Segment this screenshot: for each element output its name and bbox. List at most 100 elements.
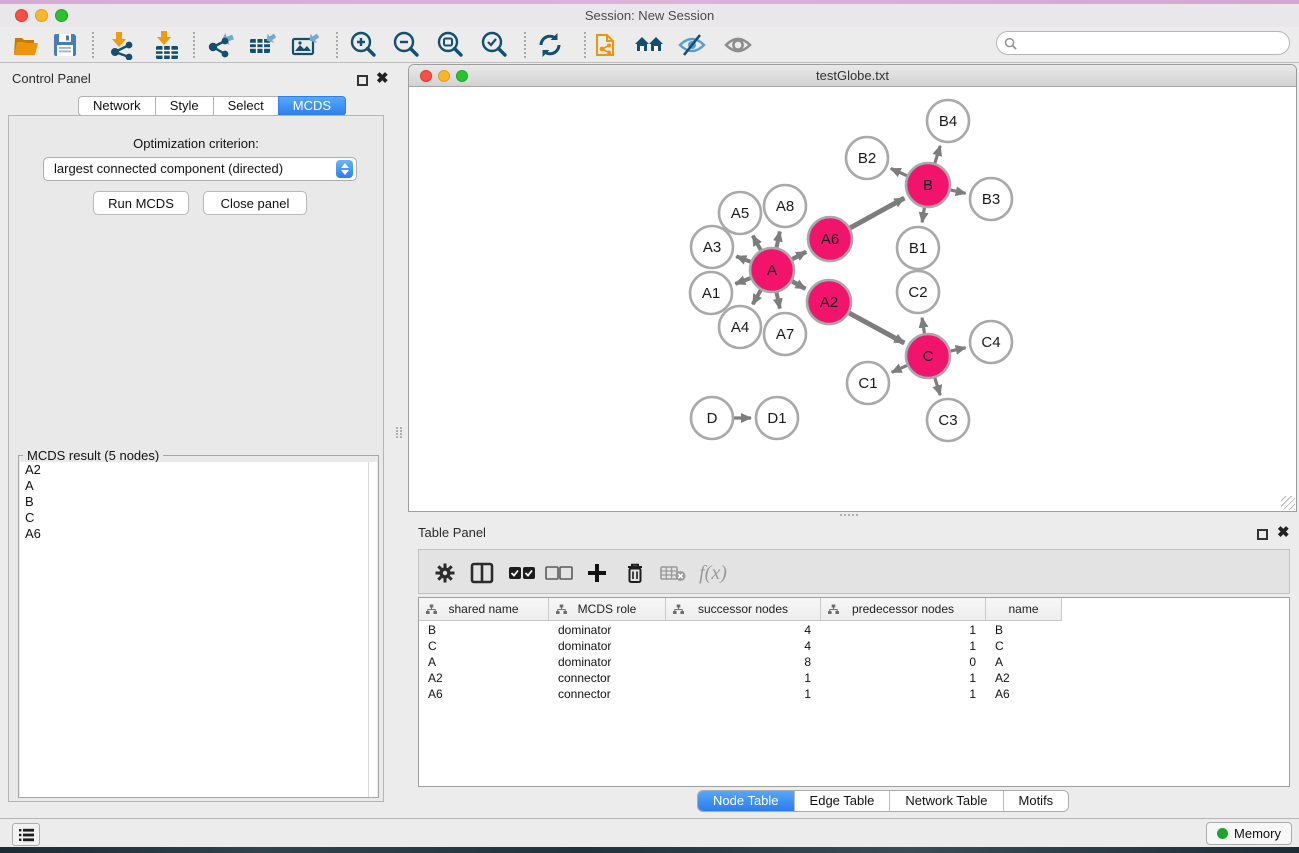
graph-node-D1[interactable]: D1 <box>756 397 798 439</box>
table-cell[interactable]: connector <box>549 670 666 686</box>
graph-node-B[interactable]: B <box>906 163 950 207</box>
memory-button[interactable]: Memory <box>1206 822 1292 845</box>
home-networks-button[interactable] <box>633 29 665 61</box>
graph-edge-B-B1[interactable] <box>922 208 924 223</box>
graph-node-A6[interactable]: A6 <box>808 217 852 261</box>
table-panel-close-icon[interactable]: ✖ <box>1277 527 1290 538</box>
graph-edge-B-B3[interactable] <box>950 190 965 193</box>
graph-edge-A-A1[interactable] <box>735 278 750 284</box>
export-image-button[interactable] <box>289 29 321 61</box>
graph-node-D[interactable]: D <box>691 397 733 439</box>
graph-node-C4[interactable]: C4 <box>970 321 1012 363</box>
import-network-button[interactable] <box>106 29 138 61</box>
show-graphics-button[interactable] <box>722 29 754 61</box>
horizontal-splitter-handle[interactable] <box>840 514 858 517</box>
table-cell[interactable]: A <box>986 654 1062 670</box>
maximize-traffic-light[interactable] <box>55 9 68 22</box>
import-table-button[interactable] <box>151 29 183 61</box>
table-cell[interactable]: 0 <box>821 654 986 670</box>
table-cell[interactable]: 1 <box>821 622 986 638</box>
graph-node-C3[interactable]: C3 <box>927 399 969 441</box>
table-panel-float-icon[interactable] <box>1257 527 1268 545</box>
graph-edge-A-A6[interactable] <box>792 252 806 259</box>
export-network-button[interactable] <box>204 29 236 61</box>
result-item[interactable]: A6 <box>20 526 369 542</box>
delete-table-button[interactable] <box>657 557 689 589</box>
criterion-dropdown[interactable]: largest connected component (directed) <box>43 157 357 181</box>
zoom-in-button[interactable] <box>347 29 379 61</box>
graph-edge-A-A7[interactable] <box>777 293 780 309</box>
vertical-splitter-handle[interactable] <box>396 427 403 438</box>
graph-edge-C-C4[interactable] <box>950 348 965 351</box>
table-row[interactable]: Cdominator41C <box>419 638 1289 654</box>
graph-node-A5[interactable]: A5 <box>719 192 761 234</box>
zoom-out-button[interactable] <box>390 29 422 61</box>
result-item[interactable]: B <box>20 494 369 510</box>
table-cell[interactable]: 1 <box>666 670 821 686</box>
table-cell[interactable]: A2 <box>986 670 1062 686</box>
graph-node-A8[interactable]: A8 <box>764 185 806 227</box>
task-history-button[interactable] <box>12 823 40 846</box>
control-panel-float-icon[interactable] <box>357 73 368 91</box>
app-titlebar[interactable]: Session: New Session <box>0 4 1299 27</box>
network-minimize-traffic-light[interactable] <box>438 70 450 82</box>
result-item[interactable]: C <box>20 510 369 526</box>
save-session-button[interactable] <box>49 29 81 61</box>
table-row[interactable]: A2connector11A2 <box>419 670 1289 686</box>
table-cell[interactable]: 1 <box>821 670 986 686</box>
hide-graphics-button[interactable] <box>676 29 708 61</box>
table-cell[interactable]: 1 <box>821 686 986 702</box>
dropdown-stepper-icon[interactable] <box>336 160 353 178</box>
graph-edge-A6-B[interactable] <box>850 198 904 228</box>
column-selector-button[interactable] <box>466 557 498 589</box>
table-row[interactable]: A6connector11A6 <box>419 686 1289 702</box>
table-cell[interactable]: A6 <box>419 686 549 702</box>
graph-node-A2[interactable]: A2 <box>807 280 851 324</box>
zoom-fit-button[interactable] <box>434 29 466 61</box>
graph-edge-A-A5[interactable] <box>753 236 761 250</box>
network-close-traffic-light[interactable] <box>420 70 432 82</box>
graph-edge-C-C1[interactable] <box>892 365 907 372</box>
open-session-button[interactable] <box>11 29 43 61</box>
graph-edge-A-A4[interactable] <box>753 290 761 304</box>
table-cell[interactable]: dominator <box>549 622 666 638</box>
close-traffic-light[interactable] <box>15 9 28 22</box>
table-tab-network-table[interactable]: Network Table <box>890 791 1003 811</box>
graph-node-B2[interactable]: B2 <box>846 137 888 179</box>
graph-node-B3[interactable]: B3 <box>970 178 1012 220</box>
column-header-successor-nodes[interactable]: successor nodes <box>666 598 821 620</box>
table-tab-node-table[interactable]: Node Table <box>698 791 795 811</box>
table-cell[interactable]: dominator <box>549 638 666 654</box>
graph-edge-C-C3[interactable] <box>935 378 940 395</box>
graph-edge-A-A2[interactable] <box>792 281 805 289</box>
control-tab-select[interactable]: Select <box>213 96 278 116</box>
graph-edge-A-A8[interactable] <box>777 231 780 247</box>
network-window-titlebar[interactable]: testGlobe.txt <box>409 65 1296 87</box>
table-cell[interactable]: 1 <box>666 686 821 702</box>
table-cell[interactable]: C <box>986 638 1062 654</box>
result-item[interactable]: A <box>20 478 369 494</box>
graph-edge-A2-C[interactable] <box>849 313 904 343</box>
control-panel-close-icon[interactable]: ✖ <box>376 73 389 84</box>
node-table[interactable]: shared nameMCDS rolesuccessor nodesprede… <box>418 597 1290 787</box>
graph-node-A4[interactable]: A4 <box>719 306 761 348</box>
graph-edge-B-B2[interactable] <box>891 169 907 176</box>
table-cell[interactable]: connector <box>549 686 666 702</box>
table-cell[interactable]: 8 <box>666 654 821 670</box>
table-cell[interactable]: 1 <box>821 638 986 654</box>
control-tab-style[interactable]: Style <box>155 96 213 116</box>
column-header-predecessor-nodes[interactable]: predecessor nodes <box>821 598 986 620</box>
run-mcds-button[interactable]: Run MCDS <box>93 191 189 215</box>
network-maximize-traffic-light[interactable] <box>456 70 468 82</box>
graph-edge-A-A3[interactable] <box>736 256 750 261</box>
close-panel-button[interactable]: Close panel <box>203 191 307 215</box>
column-header-name[interactable]: name <box>986 598 1062 620</box>
table-cell[interactable]: A6 <box>986 686 1062 702</box>
delete-column-button[interactable] <box>619 557 651 589</box>
network-graph-canvas[interactable]: B4B2BB3A8A5A6A3B1AC2A1A2A4A7C4CC1C3DD1 <box>409 88 1296 511</box>
result-scrollbar[interactable] <box>368 462 377 797</box>
table-cell[interactable]: dominator <box>549 654 666 670</box>
table-cell[interactable]: B <box>419 622 549 638</box>
graph-node-A1[interactable]: A1 <box>690 272 732 314</box>
network-view-window[interactable]: testGlobe.txt B4B2BB3A8A5A6A3B1AC2A1A2A4… <box>408 64 1297 512</box>
